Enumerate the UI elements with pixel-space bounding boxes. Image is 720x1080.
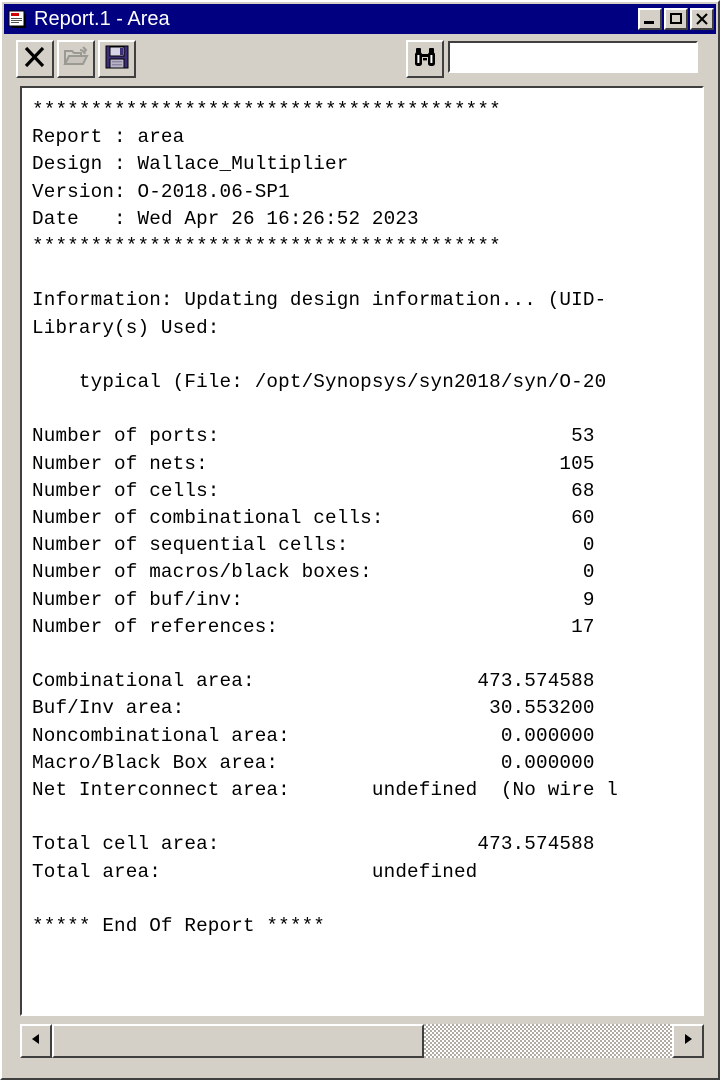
binoculars-icon <box>413 46 437 73</box>
close-button[interactable] <box>690 8 714 30</box>
scroll-left-button[interactable] <box>20 1024 52 1058</box>
horizontal-scrollbar[interactable] <box>20 1024 704 1058</box>
window-controls <box>638 8 714 30</box>
minimize-button[interactable] <box>638 8 662 30</box>
report-window: Report.1 - Area ************************… <box>0 0 720 1080</box>
open-file-button[interactable] <box>57 40 95 78</box>
toolbar-button-group <box>16 40 136 78</box>
window-titlebar[interactable]: Report.1 - Area <box>4 4 716 34</box>
search-area <box>406 40 698 78</box>
x-icon <box>22 44 48 75</box>
scroll-thumb[interactable] <box>52 1024 424 1058</box>
toolbar <box>4 36 716 82</box>
report-text: ****************************************… <box>32 99 619 938</box>
report-text-panel[interactable]: ****************************************… <box>20 86 704 1016</box>
triangle-right-icon <box>683 1032 693 1050</box>
find-button[interactable] <box>406 40 444 78</box>
report-document-icon <box>8 10 27 29</box>
window-title: Report.1 - Area <box>34 7 170 30</box>
close-icon <box>692 10 712 28</box>
close-report-button[interactable] <box>16 40 54 78</box>
floppy-disk-save-icon <box>104 44 130 75</box>
open-folder-icon <box>63 45 89 74</box>
search-input[interactable] <box>448 41 698 73</box>
save-file-button[interactable] <box>98 40 136 78</box>
triangle-left-icon <box>31 1032 41 1050</box>
scroll-track[interactable] <box>52 1024 672 1058</box>
minimize-icon <box>644 21 654 24</box>
maximize-button[interactable] <box>664 8 688 30</box>
scroll-right-button[interactable] <box>672 1024 704 1058</box>
maximize-icon <box>670 13 682 24</box>
